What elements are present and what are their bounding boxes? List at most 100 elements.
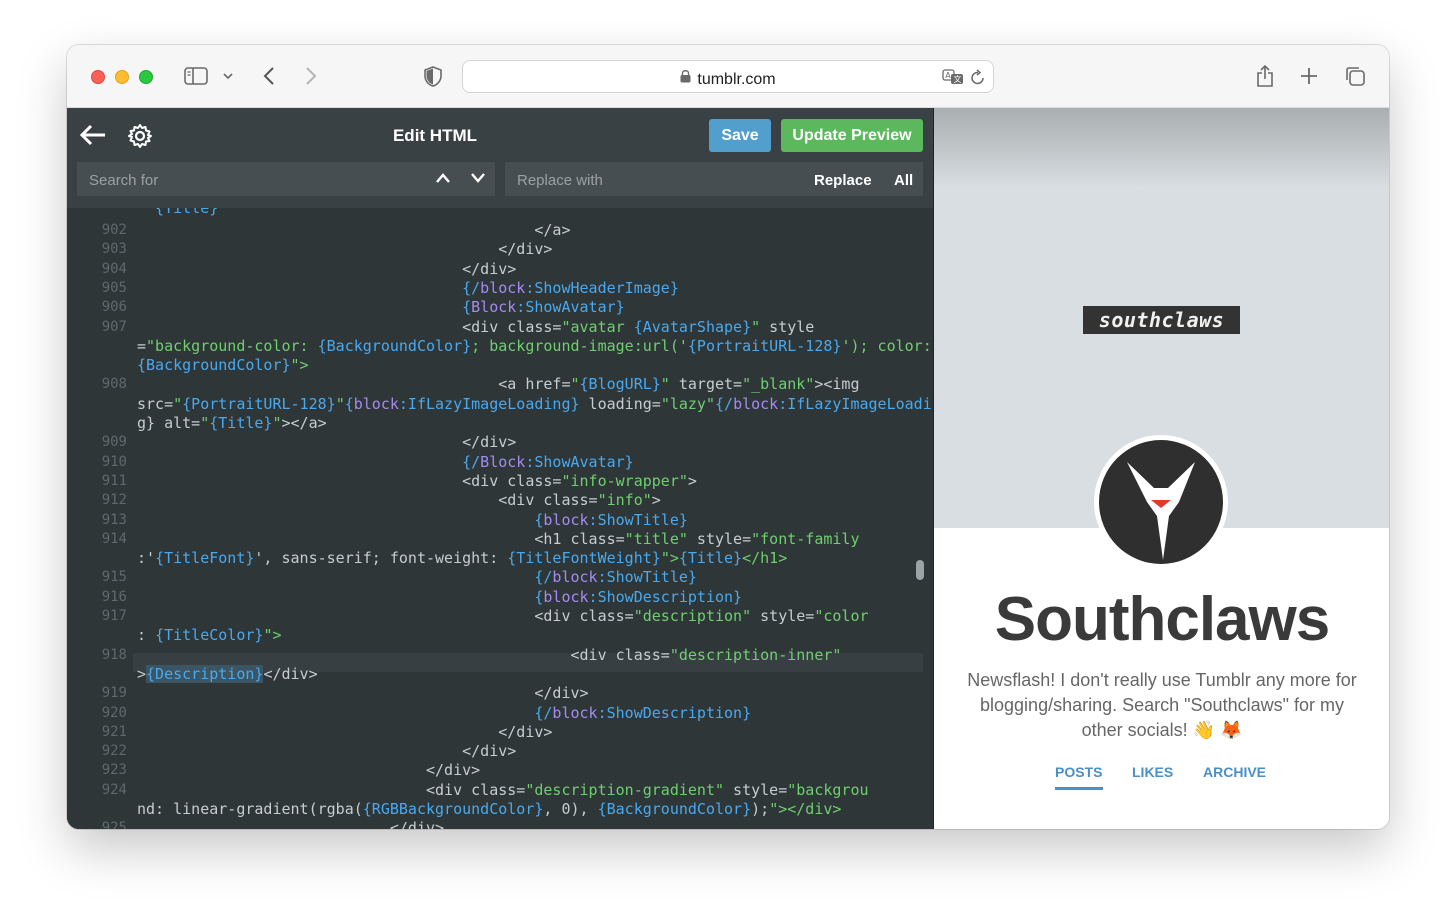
code-line: g} alt="{Title}"></a> — [137, 414, 327, 432]
line-number: 911 — [101, 472, 127, 489]
line-number: 924 — [101, 781, 127, 798]
code-area[interactable]: {Title}" </a> </div> </div> {/block:Show… — [67, 208, 933, 829]
code-line: </div> — [137, 259, 517, 278]
code-line: </div> — [137, 761, 481, 780]
line-number: 921 — [101, 723, 127, 740]
blog-title: Southclaws — [994, 585, 1331, 654]
code-line: {block:ShowTitle} — [534, 510, 688, 529]
line-number: 908 — [101, 376, 127, 393]
translate-icon[interactable]: A文 — [941, 68, 965, 86]
code-line: :'{TitleFont}', sans-serif; font-weight:… — [137, 549, 788, 568]
code-line: </div> — [137, 433, 517, 452]
privacy-shield-icon[interactable] — [423, 65, 443, 87]
code-line: nd: linear-gradient(rgba({RGBBackgroundC… — [137, 800, 842, 818]
line-number: 905 — [101, 279, 127, 296]
svg-text:A: A — [945, 71, 951, 80]
minimize-window-button[interactable] — [115, 70, 129, 84]
tab-overview-icon[interactable] — [1343, 64, 1367, 88]
code-line: src="{PortraitURL-128}"{block:IfLazyImag… — [137, 394, 933, 413]
nav-likes[interactable]: LIKES — [1132, 764, 1173, 780]
sidebar-toggle-icon[interactable] — [184, 65, 208, 87]
address-bar[interactable]: tumblr.com A文 — [462, 60, 994, 93]
line-number: 919 — [101, 685, 127, 702]
line-number: 903 — [101, 241, 127, 258]
code-line: </a> — [137, 221, 571, 239]
replace-all-button[interactable]: All — [894, 172, 913, 189]
nav-posts[interactable]: POSTS — [1055, 764, 1102, 780]
update-preview-button[interactable]: Update Preview — [781, 119, 923, 152]
code-line: {/Block:ShowAvatar} — [462, 452, 634, 471]
line-number: 922 — [101, 743, 127, 760]
code-line: {/block:ShowTitle} — [534, 568, 697, 587]
new-tab-icon[interactable] — [1298, 65, 1320, 87]
html-editor-panel: Edit HTML Save Update Preview Search for… — [67, 108, 933, 829]
replace-button[interactable]: Replace — [814, 172, 872, 189]
blog-avatar[interactable] — [1094, 435, 1228, 569]
share-icon[interactable] — [1254, 63, 1276, 89]
reload-icon[interactable] — [969, 68, 987, 86]
line-number: 912 — [101, 492, 127, 509]
chevron-down-icon[interactable] — [221, 69, 235, 83]
code-line: {block:ShowDescription} — [534, 587, 743, 606]
editor-title: Edit HTML — [392, 126, 478, 145]
blog-logo[interactable]: southclaws — [1083, 306, 1240, 334]
code-line: </div> — [137, 722, 553, 741]
code-line: </div> — [137, 684, 589, 703]
scrollbar-thumb[interactable] — [916, 560, 924, 580]
next-match-icon[interactable] — [467, 168, 489, 190]
fox-avatar-icon — [1099, 440, 1223, 564]
previous-match-icon[interactable] — [432, 168, 454, 190]
search-input[interactable]: Search for — [77, 162, 495, 196]
line-number: 923 — [101, 762, 127, 779]
code-line: <a href="{BlogURL}" target="_blank"><img — [137, 375, 860, 394]
url-text: tumblr.com — [697, 71, 776, 88]
close-window-button[interactable] — [91, 70, 105, 84]
line-number: 920 — [101, 704, 127, 721]
code-line: <div class="avatar {AvatarShape}" style — [137, 317, 815, 336]
back-icon[interactable] — [259, 65, 279, 87]
replace-input[interactable]: Replace with Replace All — [505, 162, 923, 196]
save-button[interactable]: Save — [709, 119, 771, 152]
line-number: 913 — [101, 511, 127, 528]
line-number: 904 — [101, 260, 127, 277]
forward-icon[interactable] — [301, 65, 321, 87]
code-line: {BackgroundColor}"> — [137, 356, 309, 375]
code-line: <div class="info"> — [137, 491, 661, 510]
code-line: </div> — [137, 742, 517, 761]
search-placeholder: Search for — [89, 172, 159, 189]
code-line: </div> — [137, 240, 553, 259]
line-number: 907 — [101, 318, 127, 335]
line-number: 918 — [101, 646, 127, 663]
line-number: 917 — [101, 608, 127, 624]
code-line: {/block:ShowDescription} — [534, 703, 752, 722]
partial-code-line: {Title}" — [137, 208, 228, 217]
find-replace-bar: Search for Replace with Replace All — [67, 162, 933, 208]
code-line: <div class="description-inner" — [137, 645, 842, 664]
code-line: <div class="description" style="color — [137, 607, 869, 625]
code-line: ="background-color: {BackgroundColor}; b… — [137, 336, 932, 355]
active-tab-underline — [1055, 787, 1103, 790]
code-line: <h1 class="title" style="font-family — [137, 529, 860, 548]
blog-description: Newsflash! I don't really use Tumblr any… — [967, 670, 1357, 740]
code-line: </div> — [137, 819, 445, 829]
code-line: : {TitleColor}"> — [137, 626, 282, 645]
line-number: 909 — [101, 434, 127, 451]
line-number: 910 — [101, 453, 127, 470]
line-number: 906 — [101, 299, 127, 316]
editor-header: Edit HTML Save Update Preview — [67, 108, 933, 162]
line-number: 902 — [101, 222, 127, 238]
line-number: 916 — [101, 588, 127, 605]
maximize-window-button[interactable] — [139, 70, 153, 84]
code-line: <div class="info-wrapper"> — [137, 471, 697, 490]
line-number: 925 — [101, 820, 127, 829]
code-line: {Block:ShowAvatar} — [462, 298, 625, 317]
line-number: 914 — [101, 530, 127, 547]
svg-text:文: 文 — [954, 74, 962, 84]
browser-toolbar: tumblr.com A文 — [67, 45, 1389, 108]
line-number: 915 — [101, 569, 127, 586]
replace-placeholder: Replace with — [517, 172, 603, 189]
code-line: <div class="description-gradient" style=… — [137, 780, 869, 799]
nav-archive[interactable]: ARCHIVE — [1203, 764, 1266, 780]
lock-icon — [680, 69, 691, 86]
code-line: {/block:ShowHeaderImage} — [462, 278, 679, 297]
